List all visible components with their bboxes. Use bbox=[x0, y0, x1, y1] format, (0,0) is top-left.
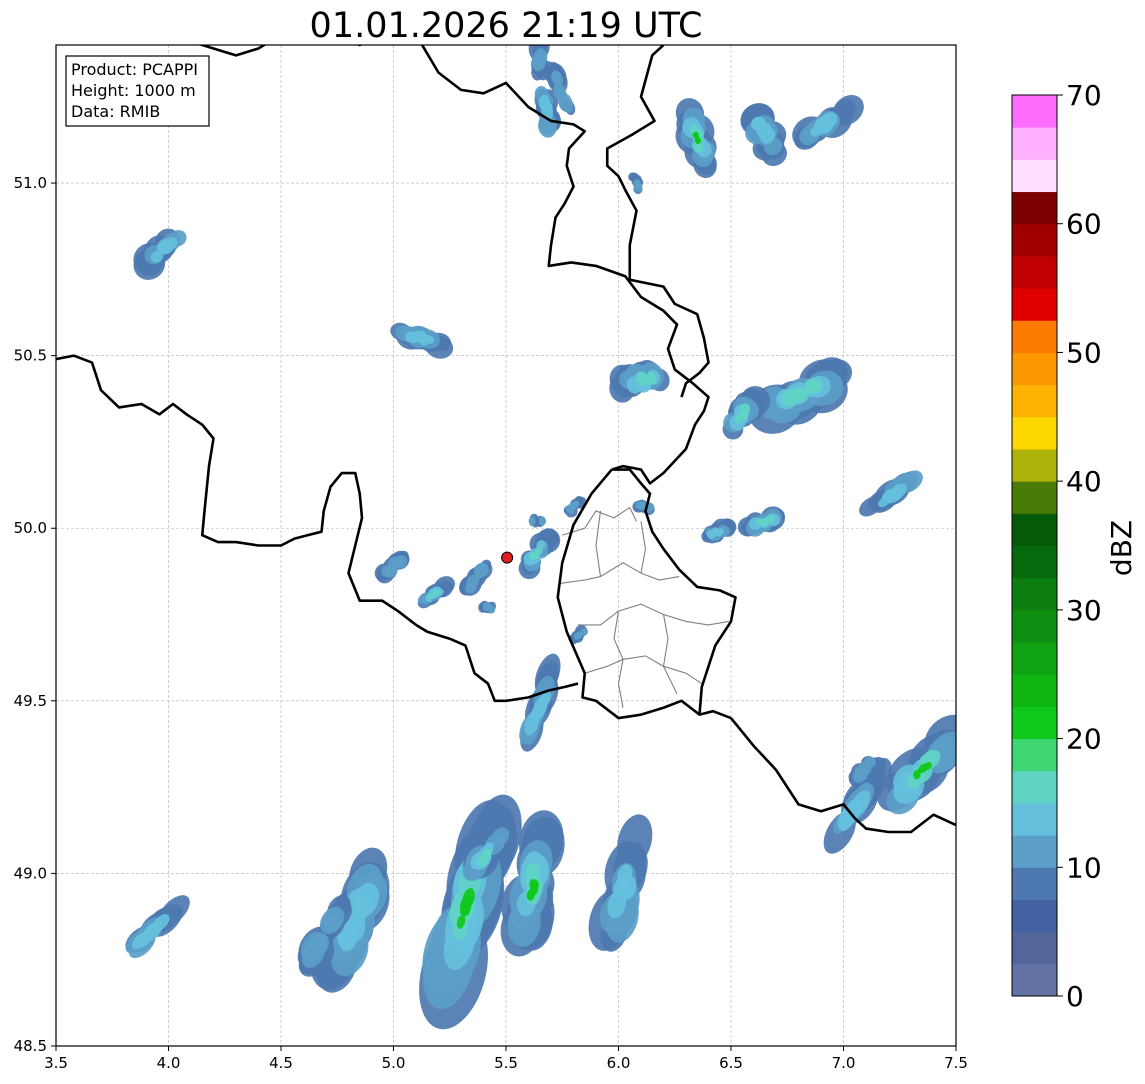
colorbar-segment bbox=[1012, 963, 1057, 997]
x-tick-label: 7.0 bbox=[832, 1054, 856, 1072]
colorbar-segment bbox=[1012, 867, 1057, 900]
info-height: Height: 1000 m bbox=[71, 81, 196, 100]
x-tick-label: 7.5 bbox=[944, 1054, 968, 1072]
x-tick-label: 4.0 bbox=[157, 1054, 181, 1072]
colorbar-segment bbox=[1012, 288, 1057, 321]
colorbar-tick-label: 20 bbox=[1066, 723, 1102, 756]
colorbar-tick-label: 60 bbox=[1066, 208, 1102, 241]
radar-site-marker bbox=[501, 551, 514, 564]
x-tick-label: 6.5 bbox=[719, 1054, 743, 1072]
colorbar-tick-label: 40 bbox=[1066, 465, 1102, 498]
colorbar-tick-label: 30 bbox=[1066, 594, 1102, 627]
colorbar-segment bbox=[1012, 448, 1057, 482]
colorbar-segment bbox=[1012, 416, 1057, 450]
y-axis-ticks: 48.5 49.0 49.5 50.0 50.5 51.0 bbox=[14, 174, 56, 1055]
colorbar-segment bbox=[1012, 738, 1057, 772]
colorbar-tick-label: 70 bbox=[1066, 79, 1102, 112]
x-tick-label: 5.5 bbox=[494, 1054, 518, 1072]
x-tick-label: 3.5 bbox=[44, 1054, 68, 1072]
y-tick-label: 50.0 bbox=[14, 519, 47, 537]
colorbar-segment bbox=[1012, 577, 1057, 611]
radar-map: 3.5 4.0 4.5 5.0 5.5 6.0 6.5 7.0 7.5 48.5 49.0 49.5… bbox=[14, 44, 1138, 1072]
colorbar bbox=[1011, 94, 1058, 997]
colorbar-ticks: 0 10 20 30 40 50 60 70 bbox=[1057, 79, 1102, 1013]
echo-blob bbox=[533, 57, 542, 70]
colorbar-segment bbox=[1012, 384, 1057, 418]
colorbar-segment bbox=[1012, 513, 1057, 546]
y-tick-label: 50.5 bbox=[14, 347, 47, 365]
x-tick-label: 4.5 bbox=[269, 1054, 293, 1072]
echo-blob bbox=[486, 602, 493, 610]
colorbar-segment bbox=[1012, 899, 1057, 933]
info-product: Product: PCAPPI bbox=[71, 60, 198, 79]
colorbar-segment bbox=[1012, 159, 1057, 193]
colorbar-segment bbox=[1012, 255, 1057, 289]
colorbar-segment bbox=[1012, 835, 1057, 868]
radar-site-dot bbox=[501, 551, 514, 564]
y-tick-label: 51.0 bbox=[14, 174, 47, 192]
colorbar-segment bbox=[1012, 802, 1057, 836]
y-tick-label: 49.0 bbox=[14, 864, 47, 882]
colorbar-segment bbox=[1012, 642, 1057, 675]
colorbar-segment bbox=[1012, 770, 1057, 804]
echo-blob bbox=[538, 516, 547, 526]
colorbar-tick-label: 0 bbox=[1066, 980, 1084, 1013]
colorbar-segment bbox=[1012, 320, 1057, 353]
colorbar-tick-label: 10 bbox=[1066, 851, 1102, 884]
radar-echo-cell bbox=[528, 45, 550, 81]
colorbar-segment bbox=[1012, 191, 1057, 225]
colorbar-label: dBZ bbox=[1105, 520, 1138, 576]
colorbar-segment bbox=[1012, 95, 1057, 128]
info-data-source: Data: RMIB bbox=[71, 102, 160, 121]
colorbar-segment bbox=[1012, 127, 1057, 160]
y-tick-label: 48.5 bbox=[14, 1037, 47, 1055]
x-tick-label: 5.0 bbox=[382, 1054, 406, 1072]
colorbar-segment bbox=[1012, 352, 1057, 386]
colorbar-segment bbox=[1012, 931, 1057, 965]
colorbar-segment bbox=[1012, 706, 1057, 740]
y-tick-label: 49.5 bbox=[14, 692, 47, 710]
info-box: Product: PCAPPI Height: 1000 m Data: RMI… bbox=[65, 55, 210, 127]
x-axis-ticks: 3.5 4.0 4.5 5.0 5.5 6.0 6.5 7.0 7.5 bbox=[44, 1046, 968, 1072]
colorbar-segment bbox=[1012, 545, 1057, 579]
colorbar-segment bbox=[1012, 481, 1057, 514]
colorbar-segment bbox=[1012, 609, 1057, 643]
colorbar-tick-label: 50 bbox=[1066, 336, 1102, 369]
echo-blob bbox=[529, 517, 535, 525]
colorbar-segment bbox=[1012, 674, 1057, 707]
x-tick-label: 6.0 bbox=[607, 1054, 631, 1072]
colorbar-segment bbox=[1012, 223, 1057, 257]
